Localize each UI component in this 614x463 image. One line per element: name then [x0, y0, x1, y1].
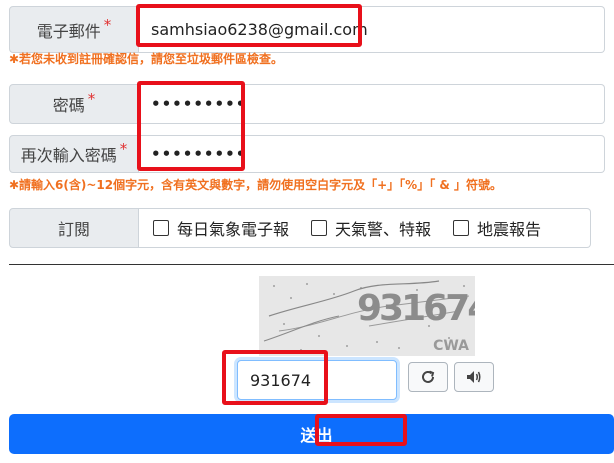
email-label: 電子郵件 * — [9, 6, 139, 53]
option-label: 天氣警、特報 — [335, 220, 432, 239]
refresh-button[interactable] — [408, 362, 448, 392]
captcha-watermark: CWA — [433, 338, 469, 354]
email-input[interactable]: samhsiao6238@gmail.com — [139, 6, 605, 53]
password-input[interactable]: ••••••••• — [139, 84, 605, 124]
submit-button[interactable]: 送出 — [9, 414, 614, 454]
required-mark: * — [87, 90, 96, 108]
subscribe-label: 訂閱 — [9, 208, 139, 248]
audio-button[interactable] — [454, 362, 494, 392]
required-mark: * — [103, 15, 112, 34]
captcha-code-text: 931674 — [357, 288, 475, 329]
password-label: 密碼 * — [9, 84, 139, 124]
option-label: 地震報告 — [477, 220, 542, 239]
captcha-input[interactable]: 931674 — [237, 360, 397, 400]
subscribe-label-text: 訂閱 — [57, 220, 90, 239]
captcha-input-value: 931674 — [250, 370, 312, 390]
email-label-text: 電子郵件 — [36, 21, 101, 41]
password-hint: ✱請輸入6(含)~12個字元，含有英文與數字，請勿使用空白字元及「+」「%」「 … — [9, 178, 503, 192]
checkbox[interactable] — [311, 220, 328, 236]
subscribe-option-earthquake[interactable]: 地震報告 — [453, 216, 541, 240]
password-value: ••••••••• — [151, 95, 247, 113]
submit-label: 送出 — [300, 426, 333, 445]
password-label-text: 密碼 — [52, 96, 85, 115]
password-confirm-input[interactable]: ••••••••• — [139, 135, 605, 173]
password-confirm-label: 再次輸入密碼 * — [9, 135, 139, 173]
speaker-icon — [467, 371, 481, 383]
subscribe-options: 每日氣象電子報 天氣警、特報 地震報告 — [139, 208, 591, 248]
captcha-image: 931674 CWA — [259, 276, 475, 356]
password-confirm-value: ••••••••• — [151, 145, 247, 163]
subscribe-option-daily-weather[interactable]: 每日氣象電子報 — [153, 216, 289, 240]
required-mark: * — [119, 140, 128, 158]
checkbox[interactable] — [153, 220, 169, 236]
email-value: samhsiao6238@gmail.com — [151, 20, 368, 39]
email-hint: ✱若您未收到註冊確認信，請您至垃圾郵件區檢查。 — [9, 52, 284, 66]
checkbox[interactable] — [453, 220, 470, 236]
option-label: 每日氣象電子報 — [177, 220, 290, 239]
password-confirm-label-text: 再次輸入密碼 — [20, 146, 117, 165]
subscribe-option-warnings[interactable]: 天氣警、特報 — [311, 216, 431, 240]
refresh-icon — [422, 370, 435, 383]
divider — [9, 264, 614, 265]
